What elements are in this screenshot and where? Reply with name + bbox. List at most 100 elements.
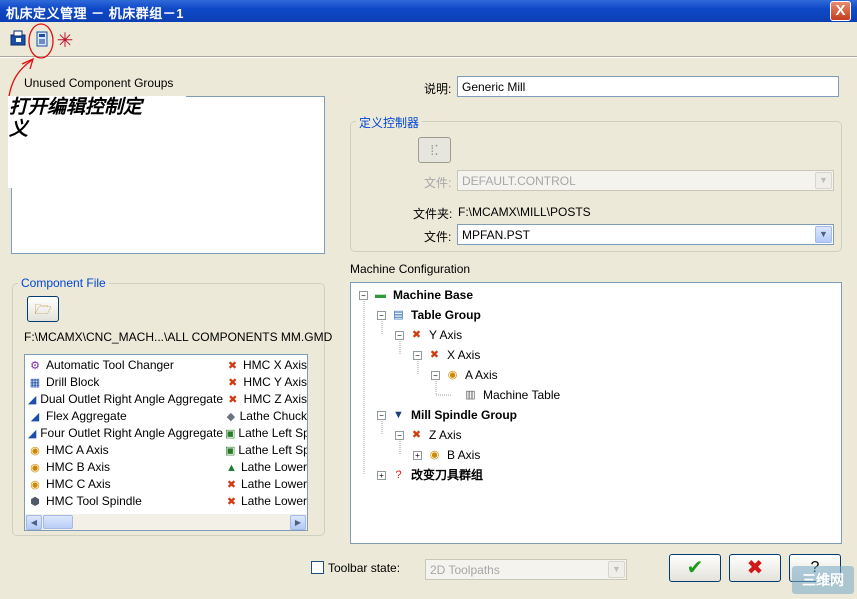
tree-node-label: A Axis <box>465 368 498 382</box>
linear-axis-icon: ✖ <box>429 348 440 361</box>
component-item-label: HMC A Axis <box>46 443 109 457</box>
component-list-item[interactable]: ◉ HMC C Axis <box>27 476 223 493</box>
component-item-label: HMC Tool Spindle <box>46 494 142 508</box>
tree-node-label: Y Axis <box>429 328 463 342</box>
component-list-item[interactable]: ◆ Lathe Chuck <box>225 408 307 425</box>
component-list-item[interactable]: ✖ Lathe Lower <box>225 476 307 493</box>
tree-node[interactable]: − ▤ Table Group <box>377 305 481 325</box>
component-item-label: Dual Outlet Right Angle Aggregate <box>40 392 223 406</box>
component-list-column-2: ✖ HMC X Axis ✖ HMC Y Axis ✖ HMC Z Axis ◆ Lathe … <box>225 357 307 510</box>
component-list-item[interactable]: ◢ Four Outlet Right Angle Aggregate <box>27 425 223 442</box>
close-button[interactable]: X <box>830 1 851 21</box>
machine-table-icon: ▥ <box>465 388 476 401</box>
component-item-label: HMC Z Axis <box>243 392 307 406</box>
component-item-label: Lathe Left Sp <box>238 443 307 457</box>
folder-value: F:\MCAMX\MILL\POSTS <box>458 205 591 219</box>
control-file-value: DEFAULT.CONTROL <box>462 174 576 188</box>
expand-icon[interactable]: + <box>413 450 422 460</box>
collapse-icon[interactable]: − <box>413 350 422 360</box>
component-item-label: Lathe Chuck <box>239 409 307 423</box>
collapse-icon[interactable]: − <box>395 430 404 440</box>
collapse-icon[interactable]: − <box>377 410 386 420</box>
tree-node-label: B Axis <box>447 448 481 462</box>
site-watermark: 三维网 <box>792 566 854 594</box>
tree-node-label: Machine Table <box>483 388 561 402</box>
component-item-label: Lathe Lower <box>240 477 307 491</box>
component-item-label: Lathe Lower <box>240 460 307 474</box>
toolbar-state-label: Toolbar state: <box>328 561 401 575</box>
component-list-item[interactable]: ◉ HMC B Axis <box>27 459 223 476</box>
component-list-item[interactable]: ▦ Drill Block <box>27 374 223 391</box>
aggregate-icon: ◢ <box>27 393 37 406</box>
tree-node[interactable]: − ▼ Mill Spindle Group <box>377 405 517 425</box>
component-item-label: HMC X Axis <box>242 358 307 372</box>
component-list-item[interactable]: ⚙ Automatic Tool Changer <box>27 357 223 374</box>
component-list-item[interactable]: ✖ HMC Z Axis <box>225 391 307 408</box>
component-list-item[interactable]: ▣ Lathe Left Sp <box>225 442 307 459</box>
component-list[interactable]: ⚙ Automatic Tool Changer ▦ Drill Block ◢ Dual… <box>24 354 308 531</box>
component-list-item[interactable]: ▣ Lathe Left Sp <box>225 425 307 442</box>
collapse-icon[interactable]: − <box>359 290 368 300</box>
component-list-item[interactable]: ✖ Lathe Lower <box>225 493 307 510</box>
toolbar-state-checkbox[interactable] <box>311 561 324 574</box>
linear-axis-icon: ✖ <box>227 359 238 372</box>
expand-icon[interactable]: + <box>377 470 386 480</box>
tree-node[interactable]: − ✖ Z Axis <box>395 425 462 445</box>
component-item-label: Lathe Lower <box>240 494 307 508</box>
collapse-icon[interactable]: − <box>377 310 386 320</box>
tree-node[interactable]: − ✖ Y Axis <box>395 325 462 345</box>
description-input[interactable]: Generic Mill <box>457 76 839 97</box>
component-item-label: Four Outlet Right Angle Aggregate <box>40 426 223 440</box>
chevron-down-icon: ▼ <box>815 172 832 189</box>
horizontal-scrollbar[interactable]: ◀ ▶ <box>25 514 307 530</box>
scroll-right-button[interactable]: ▶ <box>290 515 306 530</box>
scroll-left-button[interactable]: ◀ <box>26 515 42 530</box>
spindle-icon: ⬢ <box>30 495 40 508</box>
linear-axis-icon: ✖ <box>226 495 237 508</box>
toolbar-state-value: 2D Toolpaths <box>430 563 500 577</box>
annotation-arrow <box>8 23 54 97</box>
tree-node[interactable]: − ◉ A Axis <box>431 365 498 385</box>
linear-axis-icon: ✖ <box>411 328 422 341</box>
machine-config-tree[interactable]: − ▬ Machine Base − ▤ Table Group − ✖ Y Axis − ✖ X A… <box>350 282 842 544</box>
component-list-item[interactable]: ◢ Dual Outlet Right Angle Aggregate <box>27 391 223 408</box>
lathe-spindle-icon: ▣ <box>225 427 236 440</box>
component-list-item[interactable]: ◉ HMC A Axis <box>27 442 223 459</box>
component-list-item[interactable]: ✖ HMC X Axis <box>225 357 307 374</box>
linear-axis-icon: ✖ <box>411 428 422 441</box>
machine-base-icon: ▬ <box>375 288 386 301</box>
tree-node[interactable]: + ◉ B Axis <box>413 445 480 465</box>
component-item-label: HMC C Axis <box>46 477 111 491</box>
tree-node[interactable]: − ✖ X Axis <box>413 345 480 365</box>
window-title: 机床定义管理 － 机床群组－1 <box>6 6 184 21</box>
rotary-axis-icon: ◉ <box>30 461 40 474</box>
chevron-right-icon: ▶ <box>294 518 302 527</box>
browse-control-button[interactable]: ⁞⁚ <box>418 137 451 163</box>
tree-node[interactable]: ▥ Machine Table <box>449 385 560 405</box>
rotary-axis-icon: ◉ <box>30 478 40 491</box>
scrollbar-thumb[interactable] <box>43 515 73 529</box>
component-list-item[interactable]: ⬢ HMC Tool Spindle <box>27 493 223 510</box>
tree-node[interactable]: − ▬ Machine Base <box>359 285 473 305</box>
component-list-item[interactable]: ▲ Lathe Lower <box>225 459 307 476</box>
linear-axis-icon: ✖ <box>228 376 238 389</box>
aggregate-icon: ◢ <box>27 427 37 440</box>
unused-groups-label: Unused Component Groups <box>24 76 174 90</box>
collapse-icon[interactable]: − <box>431 370 440 380</box>
tree-node[interactable]: +? 改变刀具群组 <box>377 465 483 485</box>
cancel-button[interactable]: ✖ <box>729 554 781 582</box>
control-file-select: DEFAULT.CONTROL ▼ <box>457 170 834 191</box>
tree-node-label: Mill Spindle Group <box>411 408 517 422</box>
component-item-label: HMC B Axis <box>46 460 111 474</box>
post-file-select[interactable]: MPFAN.PST ▼ <box>457 224 834 245</box>
ok-button[interactable]: ✔ <box>669 554 721 582</box>
annotation-line-1: 打开编辑控制定 <box>9 96 143 118</box>
component-list-item[interactable]: ◢ Flex Aggregate <box>27 408 223 425</box>
post-file-value: MPFAN.PST <box>462 228 531 242</box>
component-list-item[interactable]: ✖ HMC Y Axis <box>225 374 307 391</box>
tree-node-label: Z Axis <box>429 428 462 442</box>
chevron-down-icon: ▼ <box>608 561 625 578</box>
open-component-file-button[interactable]: 🗁 <box>27 296 59 322</box>
checkmark-icon: ✔ <box>686 557 704 579</box>
collapse-icon[interactable]: − <box>395 330 404 340</box>
